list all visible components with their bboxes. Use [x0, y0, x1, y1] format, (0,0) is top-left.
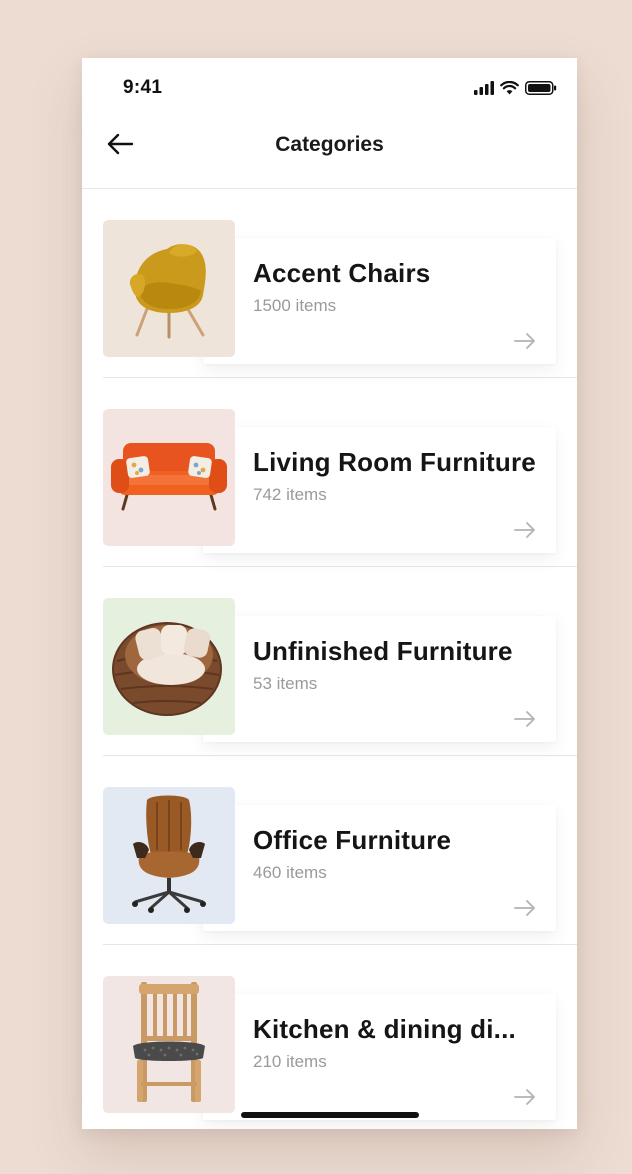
category-row-living-room-furniture[interactable]: Living Room Furniture 742 items [103, 378, 577, 567]
accent-chair-image [117, 231, 221, 346]
category-thumbnail [103, 976, 235, 1113]
sofa-image [109, 435, 229, 520]
battery-icon [525, 81, 557, 95]
wicker-chair-image [107, 609, 231, 724]
status-bar: 9:41 [82, 58, 577, 118]
category-row-unfinished-furniture[interactable]: Unfinished Furniture 53 items [103, 567, 577, 756]
page-title: Categories [275, 133, 384, 156]
category-name: Office Furniture [253, 825, 452, 855]
status-icons [474, 80, 557, 96]
arrow-right-icon[interactable] [513, 1088, 537, 1106]
category-item-count: 1500 items [253, 296, 337, 315]
arrow-right-icon[interactable] [513, 710, 537, 728]
category-item-count: 210 items [253, 1052, 327, 1071]
arrow-right-icon[interactable] [513, 521, 537, 539]
category-name: Unfinished Furniture [253, 636, 513, 666]
phone-screen: 9:41 Categories Accent Chairs 1500 items… [82, 58, 577, 1129]
category-thumbnail [103, 220, 235, 357]
wifi-icon [500, 81, 519, 95]
category-name: Living Room Furniture [253, 447, 536, 477]
office-chair-image [121, 792, 217, 919]
category-row-kitchen-dining[interactable]: Kitchen & dining di... 210 items [103, 945, 577, 1129]
category-row-office-furniture[interactable]: Office Furniture 460 items [103, 756, 577, 945]
category-thumbnail [103, 598, 235, 735]
category-row-accent-chairs[interactable]: Accent Chairs 1500 items [103, 189, 577, 378]
category-item-count: 742 items [253, 485, 327, 504]
home-indicator[interactable] [241, 1112, 419, 1118]
dining-chair-image [127, 978, 211, 1111]
category-name: Accent Chairs [253, 258, 431, 288]
arrow-right-icon[interactable] [513, 332, 537, 350]
category-thumbnail [103, 409, 235, 546]
category-thumbnail [103, 787, 235, 924]
category-name: Kitchen & dining di... [253, 1014, 516, 1044]
category-item-count: 53 items [253, 674, 318, 693]
cellular-signal-icon [474, 81, 494, 95]
navigation-bar: Categories [82, 118, 577, 189]
category-list: Accent Chairs 1500 items Living Room Fur… [82, 189, 577, 1129]
category-item-count: 460 items [253, 863, 327, 882]
arrow-right-icon[interactable] [513, 899, 537, 917]
status-time: 9:41 [123, 77, 163, 98]
